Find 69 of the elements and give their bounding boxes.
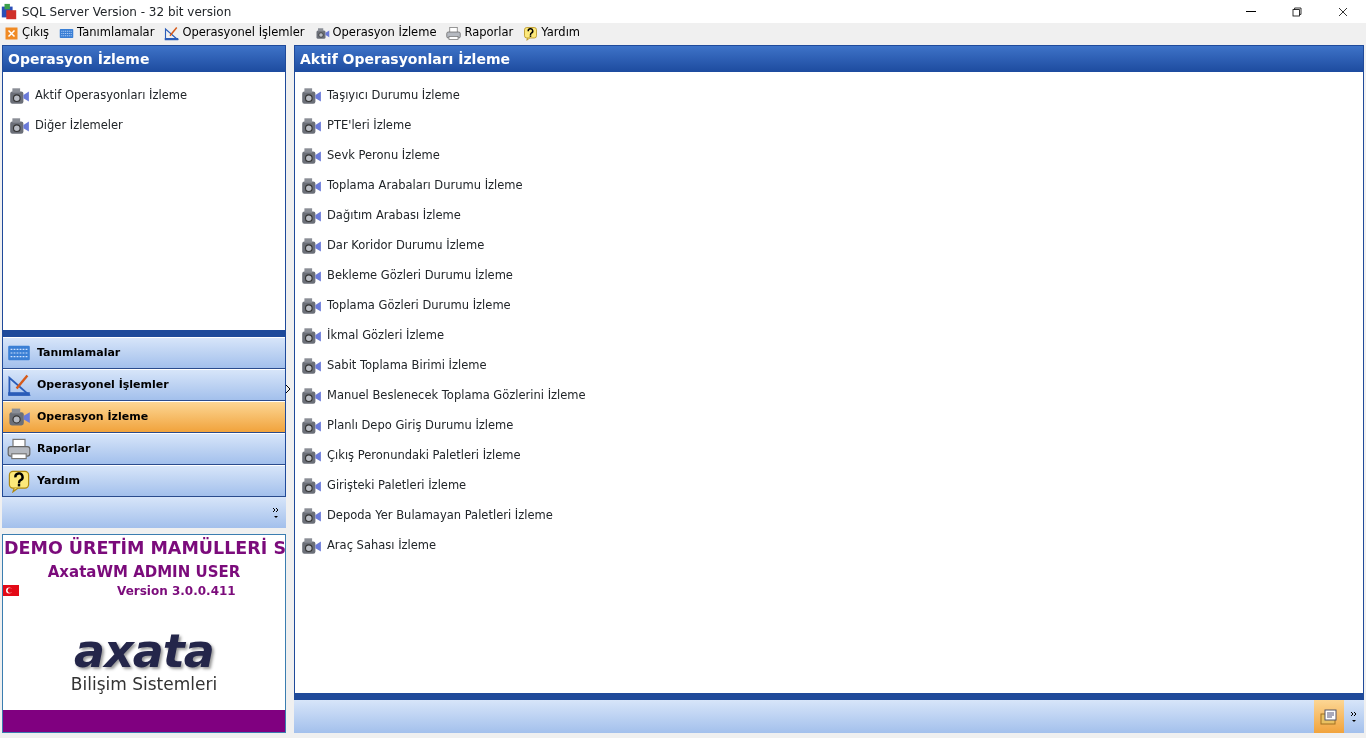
app-icon [0,2,18,21]
ruler-pencil-icon [7,373,31,397]
list-item[interactable]: İkmal Gözleri İzleme [327,327,444,345]
list-item[interactable]: Çıkış Peronundaki Paletleri İzleme [327,447,521,465]
nav-button[interactable]: Yardım [3,465,285,497]
menu-item[interactable]: Operasyonel İşlemler [164,24,305,42]
list-item[interactable]: PTE'leri İzleme [327,117,412,135]
logo-subtitle: Bilişim Sistemleri [70,672,218,696]
menu-item[interactable]: Yardım [523,24,581,42]
help-icon [7,469,31,493]
camera-icon [299,505,323,527]
camera-icon [299,115,323,137]
chevron-icon[interactable] [1350,709,1358,724]
list-item[interactable]: Dar Koridor Durumu İzleme [327,237,485,255]
camera-icon [299,265,323,287]
nav-button[interactable]: Raporlar [3,433,285,465]
exit-icon [4,25,19,41]
printer-icon [446,25,462,41]
list-item[interactable]: Dağıtım Arabası İzleme [327,207,461,225]
list-item[interactable]: Sabit Toplama Birimi İzleme [327,357,487,375]
nav-button[interactable]: Operasyon İzleme [3,401,285,433]
camera-icon [299,355,323,377]
camera-icon [314,25,330,41]
notes-button[interactable] [1314,700,1344,733]
camera-icon [299,415,323,437]
camera-icon [299,235,323,257]
menu-item[interactable]: Tanımlamalar [59,24,155,42]
logo-text: axata [74,627,214,674]
menu-item[interactable]: Operasyon İzleme [314,24,437,42]
menu-item[interactable]: Çıkış [4,24,50,42]
panel-title: Operasyon İzleme [3,46,285,72]
list-item[interactable]: Manuel Beslenecek Toplama Gözlerini İzleme [327,387,586,405]
camera-icon [299,85,323,107]
list-item[interactable]: Taşıyıcı Durumu İzleme [327,87,460,105]
camera-icon [299,325,323,347]
window-title: SQL Server Version - 32 bit version [22,3,232,21]
camera-icon [299,535,323,557]
list-item[interactable]: Planlı Depo Giriş Durumu İzleme [327,417,514,435]
help-icon [523,25,539,41]
version-text: Version 3.0.0.411 [117,582,236,600]
printer-icon [7,437,31,461]
camera-icon [299,145,323,167]
user-name: AxataWM ADMIN USER [46,562,242,584]
camera-icon [299,475,323,497]
nav-button[interactable]: Operasyonel İşlemler [3,369,285,401]
list-item[interactable]: Sevk Peronu İzleme [327,147,440,165]
list-item[interactable]: Toplama Gözleri Durumu İzleme [327,297,511,315]
camera-icon [299,445,323,467]
chevron-icon[interactable] [272,505,280,520]
list-item[interactable]: Diğer İzlemeler [35,117,123,135]
list-item[interactable]: Girişteki Paletleri İzleme [327,477,467,495]
list-item[interactable]: Araç Sahası İzleme [327,537,437,555]
minimize-icon [1246,11,1256,12]
document-icon [1320,708,1338,725]
menu-item[interactable]: Raporlar [446,24,514,42]
camera-icon [299,205,323,227]
camera-icon [299,385,323,407]
camera-icon [7,115,31,137]
list-item[interactable]: Bekleme Gözleri Durumu İzleme [327,267,513,285]
camera-icon [299,175,323,197]
company-name: DEMO ÜRETİM MAMÜLLERİ S [3,536,285,560]
ruler-pencil-icon [164,25,180,41]
list-item[interactable]: Toplama Arabaları Durumu İzleme [327,177,523,195]
camera-icon [7,85,31,107]
list-item[interactable]: Aktif Operasyonları İzleme [35,87,188,105]
panel-title: Aktif Operasyonları İzleme [295,46,1363,72]
nav-button[interactable]: Tanımlamalar [3,337,285,369]
camera-icon [299,295,323,317]
list-item[interactable]: Depoda Yer Bulamayan Paletleri İzleme [327,507,553,525]
